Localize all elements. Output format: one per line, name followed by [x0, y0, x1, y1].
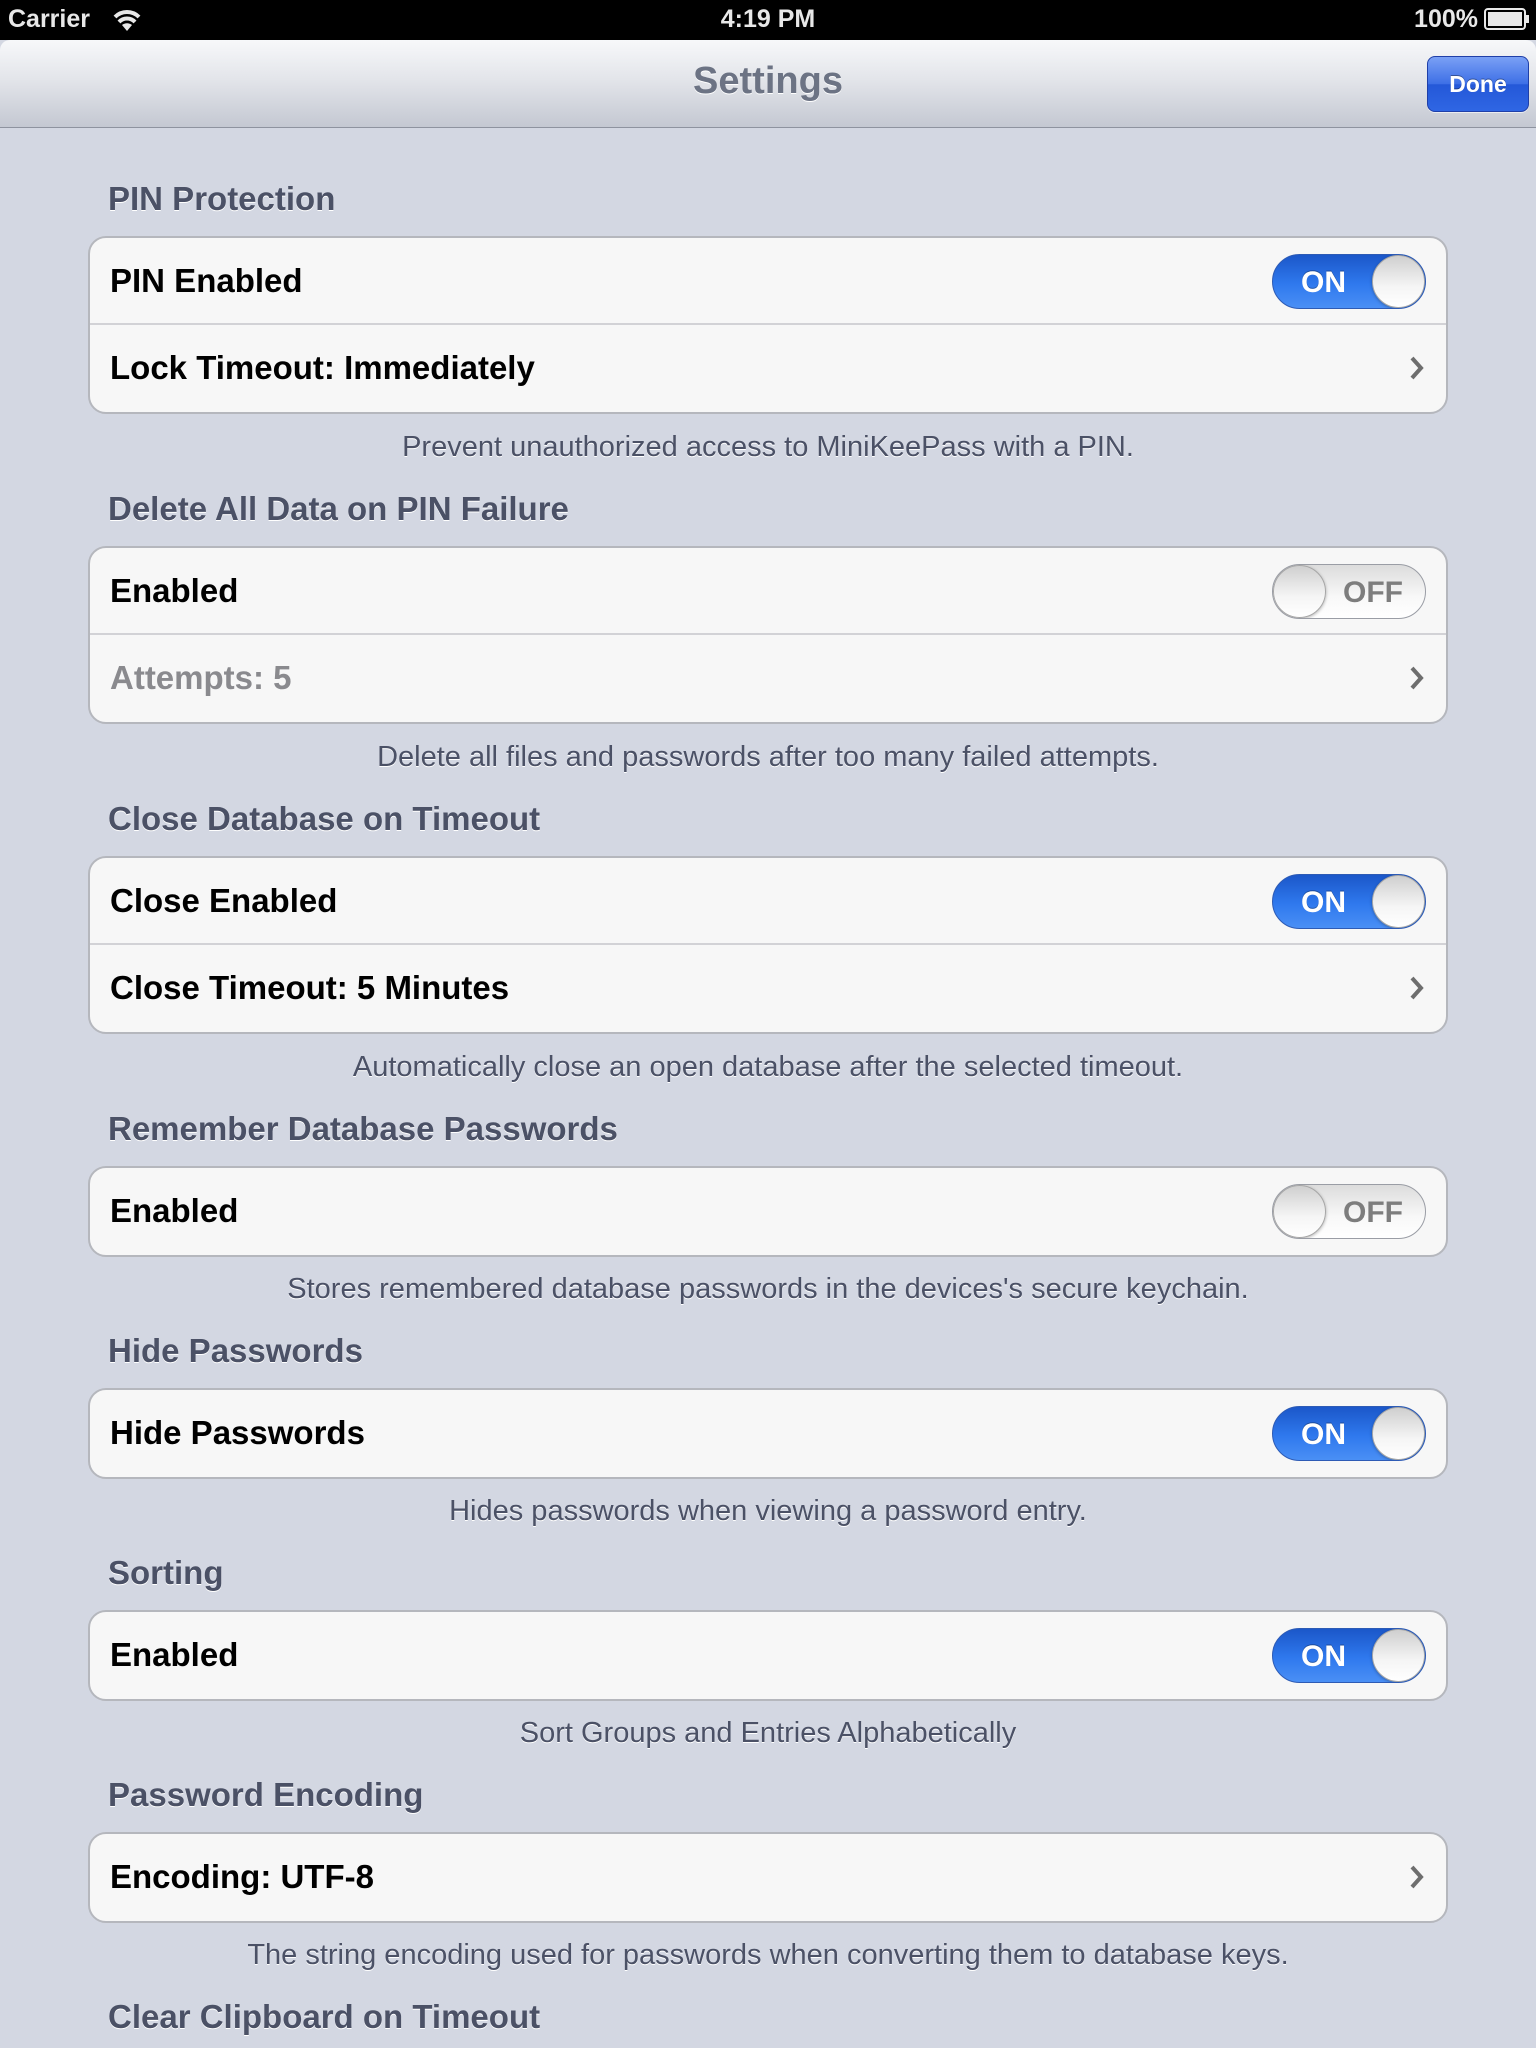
row-close-enabled: Close Enabled ON	[90, 858, 1446, 945]
navigation-bar: Settings Done	[0, 40, 1536, 128]
hide-passwords-switch[interactable]: ON	[1272, 1406, 1426, 1461]
row-attempts[interactable]: Attempts: 5	[90, 635, 1446, 722]
footer-close-database: Automatically close an open database aft…	[352, 1051, 1184, 1083]
footer-delete-data: Delete all files and passwords after too…	[377, 741, 1159, 773]
footer-hide-passwords: Hides passwords when viewing a password …	[449, 1495, 1087, 1527]
lock-timeout-label: Lock Timeout: Immediately	[110, 349, 535, 386]
switch-knob	[1372, 1407, 1425, 1460]
switch-state-label: ON	[1301, 1418, 1346, 1451]
footer-remember-passwords: Stores remembered database passwords in …	[287, 1273, 1249, 1305]
switch-state-label: ON	[1301, 266, 1346, 299]
footer-sorting: Sort Groups and Entries Alphabetically	[519, 1717, 1017, 1749]
switch-state-label: ON	[1301, 886, 1346, 919]
encoding-label: Encoding: UTF-8	[110, 1858, 374, 1895]
pin-enabled-label: PIN Enabled	[110, 262, 303, 299]
clock: 4:19 PM	[720, 5, 816, 33]
footer-password-encoding: The string encoding used for passwords w…	[247, 1939, 1289, 1971]
close-enabled-label: Close Enabled	[110, 882, 338, 919]
pin-enabled-switch[interactable]: ON	[1272, 254, 1426, 309]
switch-knob	[1372, 875, 1425, 928]
section-header-pin-protection: PIN Protection	[108, 180, 336, 217]
row-pin-enabled: PIN Enabled ON	[90, 238, 1446, 325]
chevron-right-icon	[1410, 666, 1424, 690]
row-lock-timeout[interactable]: Lock Timeout: Immediately	[90, 325, 1446, 412]
switch-state-label: OFF	[1343, 1196, 1403, 1229]
switch-knob	[1372, 1629, 1425, 1682]
attempts-label: Attempts: 5	[110, 659, 292, 696]
group-sorting: Enabled ON	[88, 1610, 1448, 1701]
battery-icon	[1484, 8, 1529, 30]
group-password-encoding: Encoding: UTF-8	[88, 1832, 1448, 1923]
switch-knob	[1273, 1185, 1326, 1238]
section-header-sorting: Sorting	[108, 1554, 224, 1591]
row-encoding[interactable]: Encoding: UTF-8	[90, 1834, 1446, 1921]
section-header-hide-passwords: Hide Passwords	[108, 1332, 363, 1369]
switch-knob	[1372, 255, 1425, 308]
switch-knob	[1273, 565, 1326, 618]
done-button[interactable]: Done	[1427, 56, 1529, 112]
group-pin-protection: PIN Enabled ON Lock Timeout: Immediately	[88, 236, 1448, 414]
row-sorting-enabled: Enabled ON	[90, 1612, 1446, 1699]
row-close-timeout[interactable]: Close Timeout: 5 Minutes	[90, 945, 1446, 1032]
switch-state-label: ON	[1301, 1640, 1346, 1673]
footer-pin-protection: Prevent unauthorized access to MiniKeePa…	[402, 431, 1134, 463]
section-header-delete-data: Delete All Data on PIN Failure	[108, 490, 569, 527]
close-enabled-switch[interactable]: ON	[1272, 874, 1426, 929]
group-close-database: Close Enabled ON Close Timeout: 5 Minute…	[88, 856, 1448, 1034]
remember-passwords-switch[interactable]: OFF	[1272, 1184, 1426, 1239]
group-delete-data: Enabled OFF Attempts: 5	[88, 546, 1448, 724]
section-header-password-encoding: Password Encoding	[108, 1776, 424, 1813]
group-hide-passwords: Hide Passwords ON	[88, 1388, 1448, 1479]
close-timeout-label: Close Timeout: 5 Minutes	[110, 969, 510, 1006]
group-remember-passwords: Enabled OFF	[88, 1166, 1448, 1257]
section-header-close-database: Close Database on Timeout	[108, 800, 541, 837]
sorting-enabled-label: Enabled	[110, 1636, 239, 1673]
row-hide-passwords: Hide Passwords ON	[90, 1390, 1446, 1477]
hide-passwords-label: Hide Passwords	[110, 1414, 365, 1451]
delete-data-switch[interactable]: OFF	[1272, 564, 1426, 619]
section-header-remember-passwords: Remember Database Passwords	[108, 1110, 618, 1147]
sorting-switch[interactable]: ON	[1272, 1628, 1426, 1683]
page-title: Settings	[693, 60, 843, 102]
status-bar: Carrier 4:19 PM 100%	[0, 0, 1536, 40]
battery-percentage: 100%	[1414, 5, 1478, 33]
switch-state-label: OFF	[1343, 576, 1403, 609]
row-delete-enabled: Enabled OFF	[90, 548, 1446, 635]
section-header-clear-clipboard: Clear Clipboard on Timeout	[108, 1998, 541, 2035]
chevron-right-icon	[1410, 976, 1424, 1000]
row-remember-enabled: Enabled OFF	[90, 1168, 1446, 1255]
chevron-right-icon	[1410, 356, 1424, 380]
delete-enabled-label: Enabled	[110, 572, 239, 609]
chevron-right-icon	[1410, 1865, 1424, 1889]
remember-enabled-label: Enabled	[110, 1192, 239, 1229]
